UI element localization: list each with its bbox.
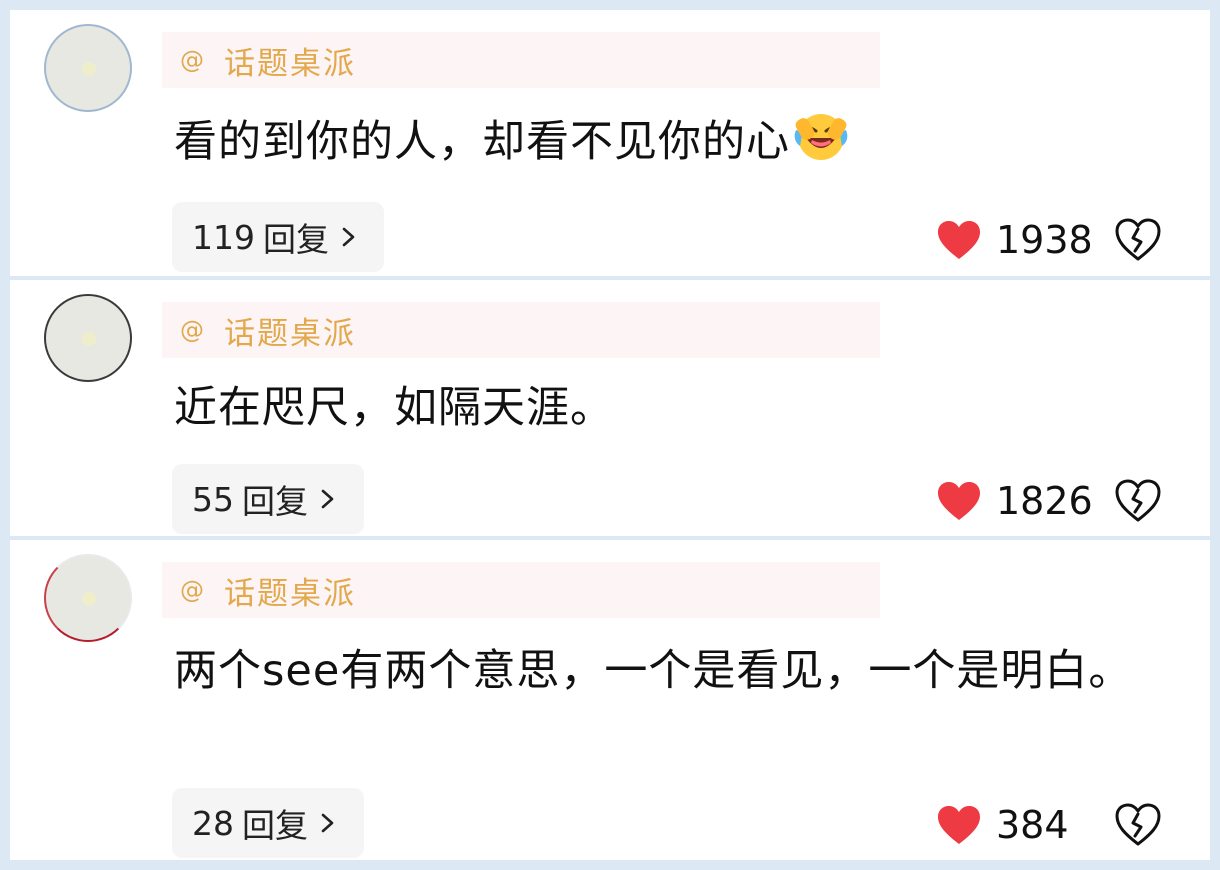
avatar[interactable] [44,554,132,642]
at-symbol: @ [180,46,204,74]
comment-text: 两个see有两个意思，一个是看见，一个是明白。 [174,646,1133,696]
view-replies-button[interactable]: 119 回复 [172,202,384,272]
broken-heart-icon[interactable] [1114,478,1162,524]
view-replies-button[interactable]: 28 回复 [172,788,364,858]
heart-icon[interactable] [936,219,982,261]
chevron-right-icon [342,227,355,247]
view-replies-button[interactable]: 55 回复 [172,464,364,534]
like-count: 384 [996,803,1069,847]
chevron-right-icon [321,813,334,833]
author-tag[interactable]: @ 话题桌派 [162,562,880,618]
at-symbol: @ [180,316,204,344]
heart-icon[interactable] [936,804,982,846]
reply-count: 28 [192,803,234,843]
comment-card: @ 话题桌派 近在咫尺，如隔天涯。 55 回复 1826 [10,280,1210,536]
like-count: 1938 [996,218,1093,262]
avatar-placeholder [82,332,96,346]
like-count: 1826 [996,479,1093,523]
author-name: 话题桌派 [224,45,356,82]
avatar-placeholder [82,62,96,76]
comment-body: 两个see有两个意思，一个是看见，一个是明白。 [174,640,1154,702]
comment-text: 看的到你的人，却看不见你的心 [174,117,790,167]
heart-icon[interactable] [936,480,982,522]
reply-label: 回复 [263,220,329,259]
reply-count: 55 [192,479,234,519]
author-tag[interactable]: @ 话题桌派 [162,302,880,358]
avatar-placeholder [82,592,96,606]
chevron-right-icon [321,489,334,509]
reaction-bar: 1938 [936,210,1162,270]
author-name: 话题桌派 [224,315,356,352]
author-name: 话题桌派 [224,575,356,612]
reply-label: 回复 [242,806,308,845]
reply-count: 119 [192,217,255,257]
reply-label: 回复 [242,482,308,521]
author-tag[interactable]: @ 话题桌派 [162,32,880,88]
avatar[interactable] [44,24,132,112]
reaction-bar: 384 [936,795,1162,855]
comment-text: 近在咫尺，如隔天涯。 [174,383,614,433]
avatar[interactable] [44,294,132,382]
at-symbol: @ [180,576,204,604]
reaction-bar: 1826 [936,471,1162,531]
comment-card: @ 话题桌派 看的到你的人，却看不见你的心 119 回复 1938 [10,10,1210,276]
comment-body: 看的到你的人，却看不见你的心 [174,110,1154,173]
laughing-crying-emoji-icon [794,114,848,160]
comment-body: 近在咫尺，如隔天涯。 [174,377,1154,439]
comment-card: @ 话题桌派 两个see有两个意思，一个是看见，一个是明白。 28 回复 384 [10,540,1210,860]
broken-heart-icon[interactable] [1114,802,1162,848]
broken-heart-icon[interactable] [1114,217,1162,263]
